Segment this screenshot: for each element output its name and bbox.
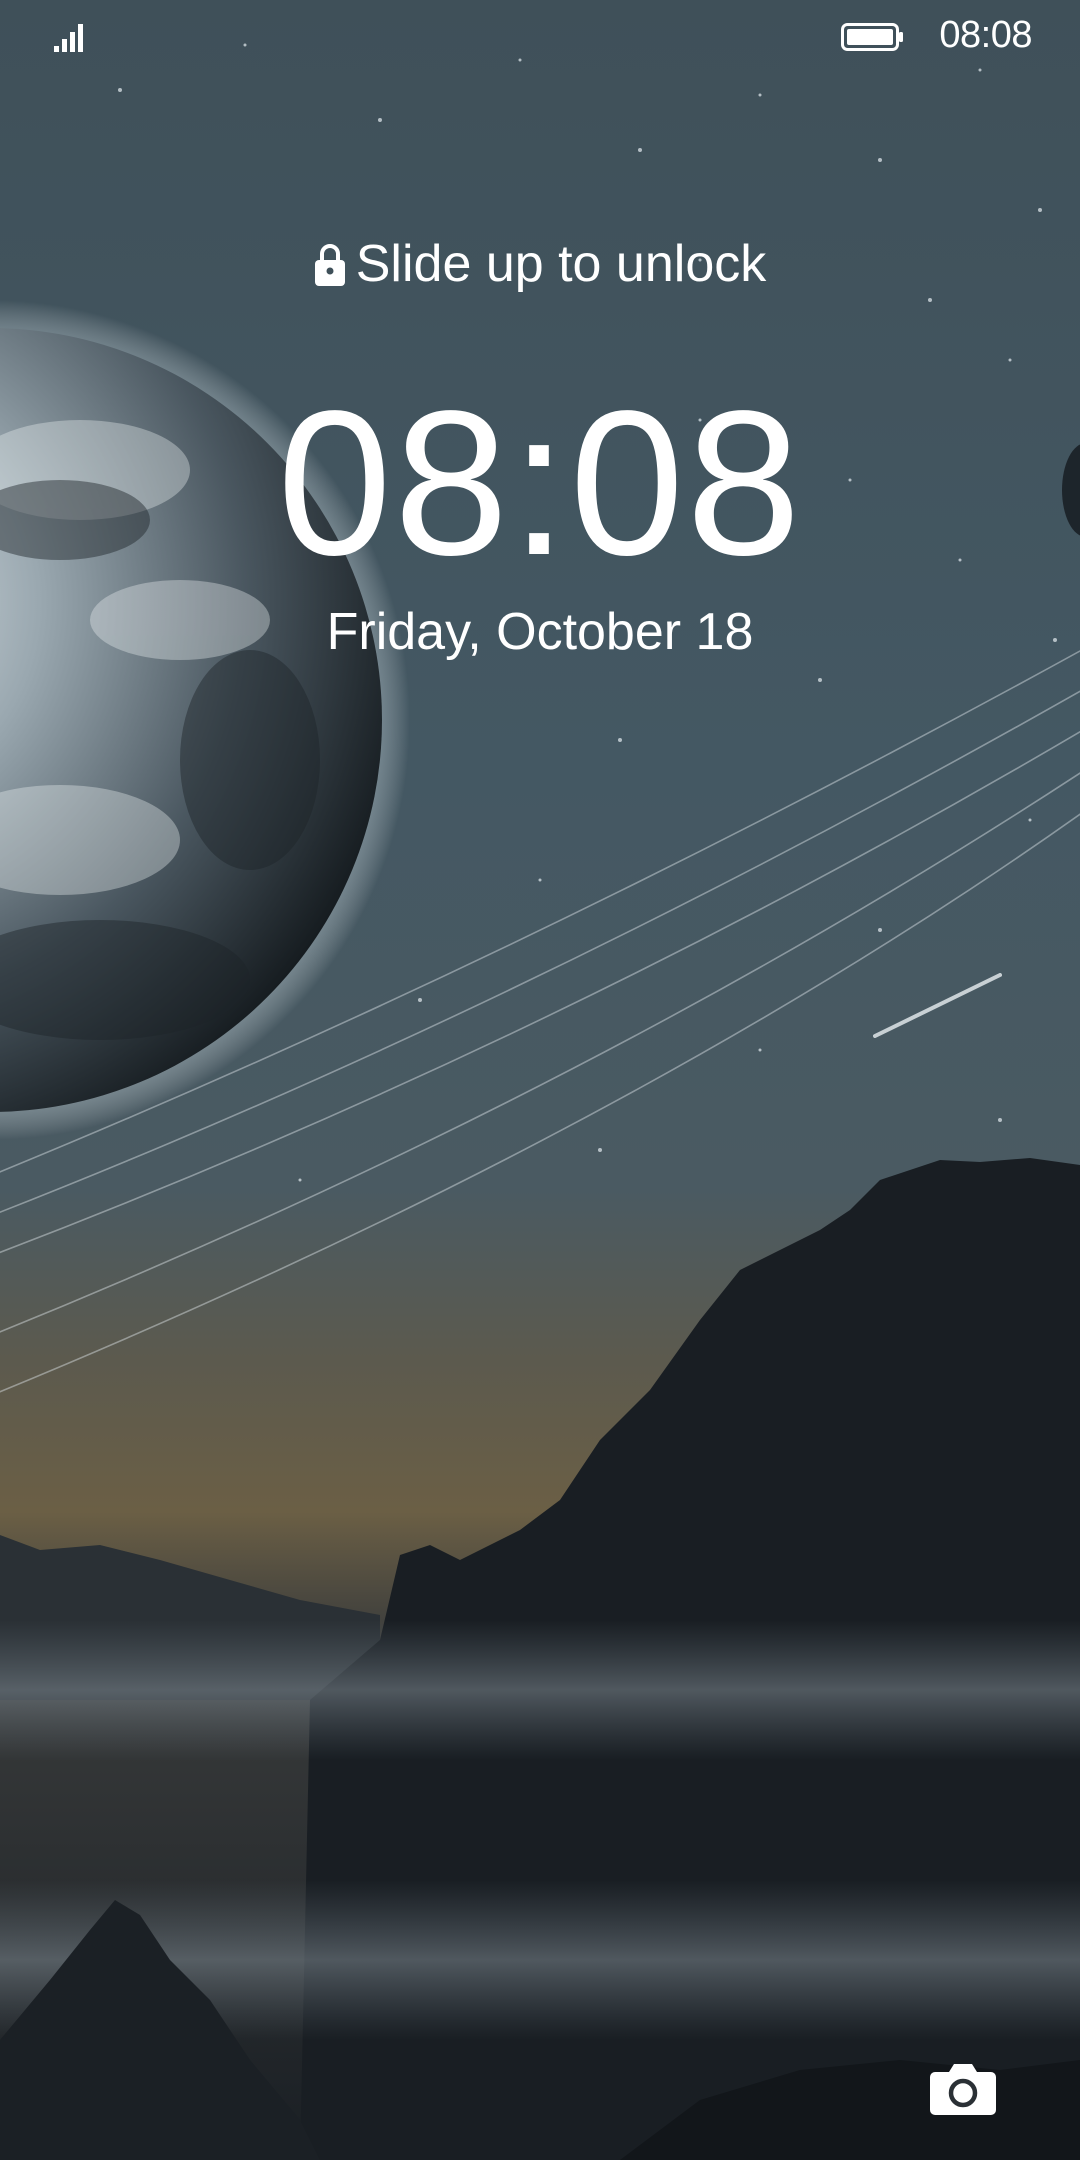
wallpaper-image: [0, 0, 1080, 2160]
camera-icon[interactable]: [929, 2060, 997, 2116]
lock-icon: [314, 244, 345, 286]
status-time: 08:08: [939, 14, 1032, 56]
lockscreen-clock: 08:08: [277, 368, 803, 598]
signal-bars-icon: [54, 24, 83, 52]
unlock-hint-label: Slide up to unlock: [355, 235, 767, 293]
lock-screen[interactable]: 08:08 Slide up to unlock 08:08 Friday, O…: [0, 0, 1080, 2160]
battery-icon: [841, 23, 903, 51]
unlock-hint[interactable]: Slide up to unlock: [0, 232, 1080, 296]
lockscreen-date: Friday, October 18: [326, 603, 754, 661]
status-bar: 08:08: [0, 0, 1080, 80]
